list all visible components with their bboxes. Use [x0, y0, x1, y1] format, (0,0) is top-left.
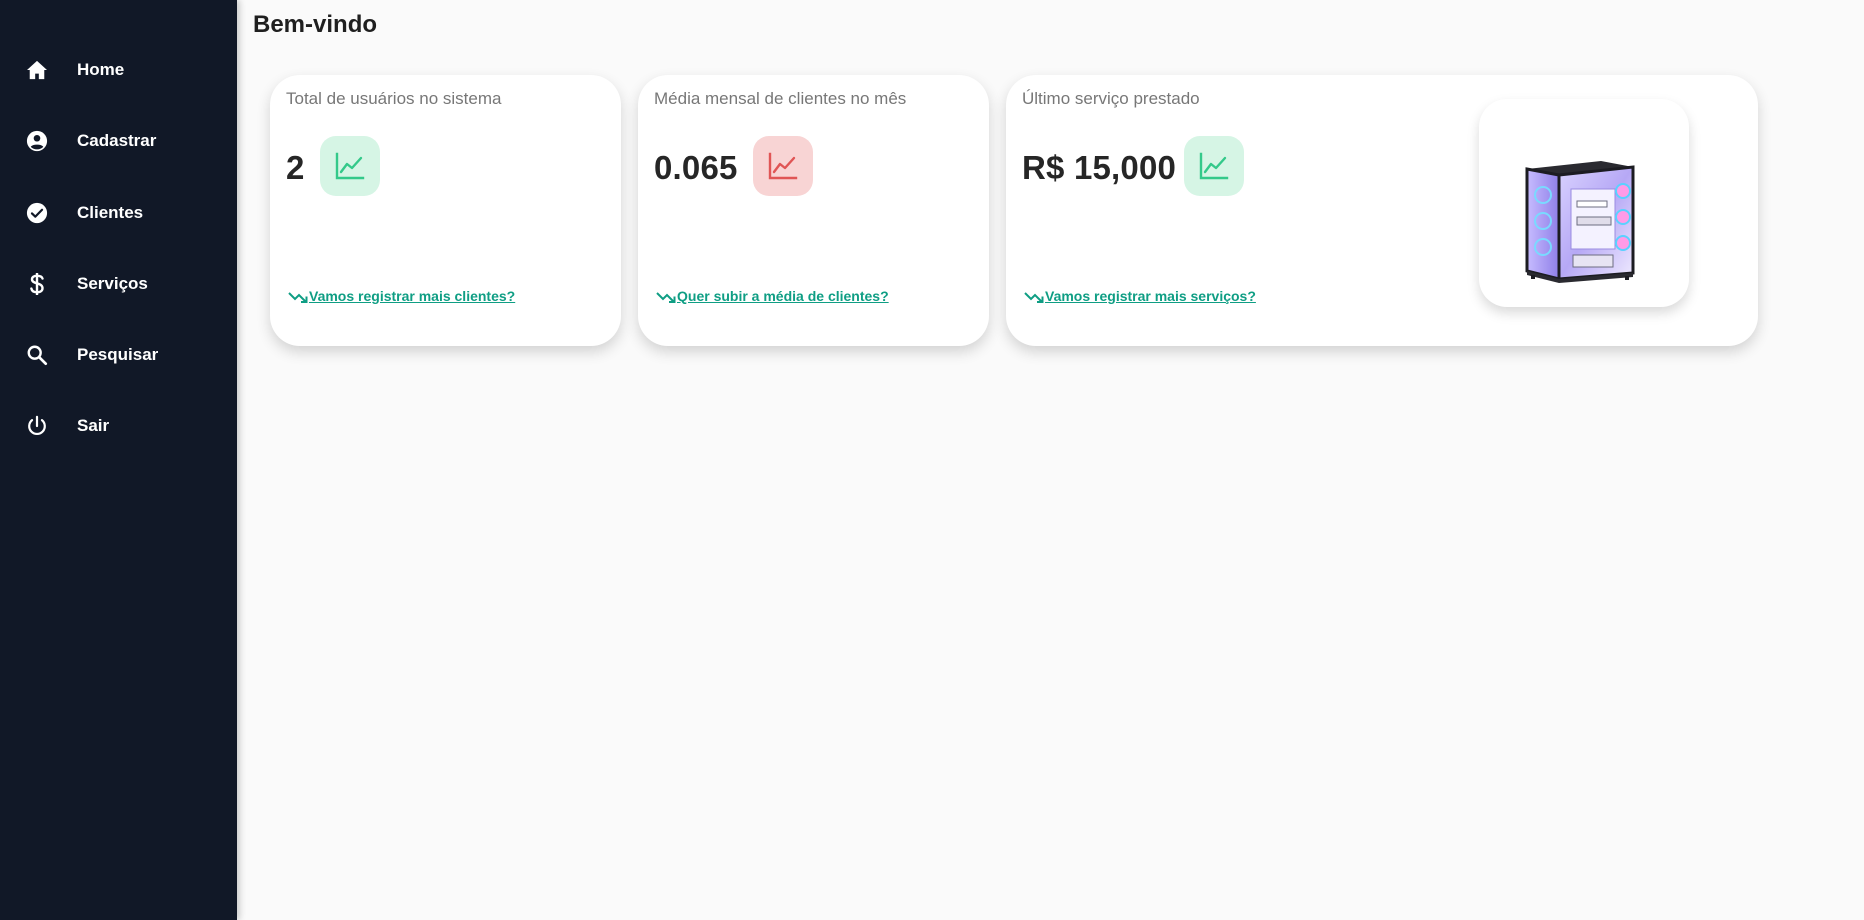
link-text: Vamos registrar mais serviços? — [1045, 288, 1256, 304]
sidebar-item-pesquisar[interactable]: Pesquisar — [0, 319, 237, 390]
product-image-panel — [1479, 99, 1689, 307]
sidebar-item-home[interactable]: Home — [0, 34, 237, 105]
sidebar-item-servicos[interactable]: Serviços — [0, 248, 237, 319]
sidebar-item-label: Clientes — [77, 202, 144, 222]
search-icon — [25, 343, 49, 367]
sidebar-item-label: Serviços — [77, 273, 148, 293]
card-label: Total de usuários no sistema — [286, 89, 502, 108]
sidebar-item-label: Pesquisar — [77, 344, 159, 364]
last-service-card: Último serviço prestado R$ 15,000 Vamos … — [1006, 75, 1758, 346]
trend-chart-icon — [320, 136, 380, 196]
card-label: Último serviço prestado — [1022, 89, 1200, 108]
main-content: Bem-vindo Total de usuários no sistema 2… — [237, 0, 1864, 920]
card-value: R$ 15,000 — [1022, 149, 1177, 186]
sidebar-item-sair[interactable]: Sair — [0, 390, 237, 461]
sidebar-item-label: Sair — [77, 415, 110, 435]
card-value: 2 — [286, 149, 305, 186]
link-text: Vamos registrar mais clientes? — [309, 288, 516, 304]
trending-up-icon — [1024, 289, 1044, 303]
total-users-card: Total de usuários no sistema 2 Vamos reg… — [270, 75, 621, 346]
trending-up-icon — [288, 289, 308, 303]
trend-chart-icon — [753, 136, 813, 196]
register-clients-link[interactable]: Vamos registrar mais clientes? — [288, 288, 515, 304]
monthly-average-card: Média mensal de clientes no mês 0.065 Qu… — [638, 75, 989, 346]
home-icon — [25, 58, 49, 82]
trending-up-icon — [656, 289, 676, 303]
power-icon — [25, 414, 49, 438]
sidebar-item-label: Cadastrar — [77, 130, 157, 150]
dollar-icon — [25, 272, 49, 296]
card-label: Média mensal de clientes no mês — [654, 89, 907, 108]
pc-case-image — [1525, 161, 1635, 283]
sidebar-item-cadastrar[interactable]: Cadastrar — [0, 105, 237, 176]
sidebar-item-clientes[interactable]: Clientes — [0, 177, 237, 248]
sidebar: Home Cadastrar Clientes Serviços Pesquis… — [0, 0, 237, 920]
raise-average-link[interactable]: Quer subir a média de clientes? — [656, 288, 889, 304]
card-value: 0.065 — [654, 149, 738, 186]
check-circle-icon — [25, 201, 49, 225]
page-title: Bem-vindo — [253, 11, 378, 38]
account-circle-icon — [25, 129, 49, 153]
trend-chart-icon — [1184, 136, 1244, 196]
register-services-link[interactable]: Vamos registrar mais serviços? — [1024, 288, 1256, 304]
sidebar-item-label: Home — [77, 59, 125, 79]
link-text: Quer subir a média de clientes? — [677, 288, 889, 304]
